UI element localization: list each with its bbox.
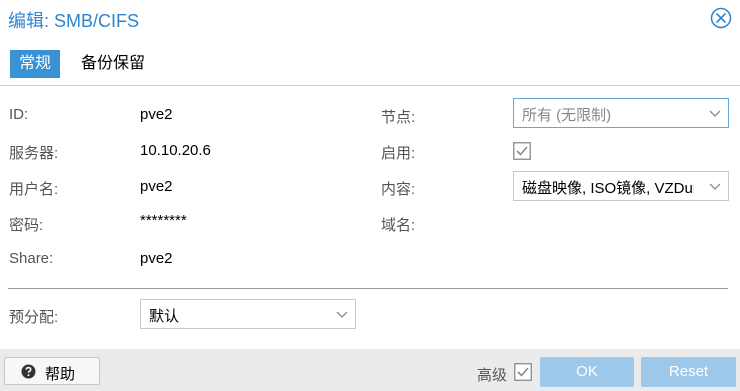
checkbox-checked-icon bbox=[513, 142, 531, 160]
server-label: 服务器: bbox=[9, 145, 59, 162]
close-button[interactable] bbox=[710, 7, 732, 29]
content-select-value: 磁盘映像, ISO镜像, VZDump备份文件 bbox=[522, 180, 694, 197]
chevron-down-icon bbox=[709, 110, 721, 117]
reset-button[interactable]: Reset bbox=[641, 357, 736, 387]
chevron-down-icon bbox=[336, 311, 348, 318]
nodes-label: 节点: bbox=[381, 109, 416, 126]
nodes-select-value: 所有 (无限制) bbox=[522, 107, 612, 124]
share-label: Share: bbox=[9, 250, 54, 267]
advanced-label: 高级 bbox=[477, 367, 508, 384]
preallocation-label: 预分配: bbox=[9, 309, 59, 326]
content-label: 内容: bbox=[381, 181, 416, 198]
close-icon bbox=[710, 7, 732, 29]
question-circle-icon bbox=[21, 364, 36, 379]
window-header: 编辑: SMB/CIFS bbox=[0, 0, 740, 37]
server-value: 10.10.20.6 bbox=[140, 142, 211, 159]
id-value: pve2 bbox=[140, 106, 173, 123]
checkbox-checked-icon bbox=[514, 363, 532, 381]
enable-label: 启用: bbox=[381, 145, 416, 162]
password-label: 密码: bbox=[9, 217, 44, 234]
username-label: 用户名: bbox=[9, 181, 59, 198]
enable-checkbox[interactable] bbox=[513, 142, 531, 160]
preallocation-select-value: 默认 bbox=[149, 308, 180, 325]
ok-button[interactable]: OK bbox=[540, 357, 634, 387]
help-button[interactable]: 帮助 bbox=[4, 357, 100, 385]
tab-backup-retention[interactable]: 备份保留 bbox=[72, 50, 154, 78]
content-select[interactable]: 磁盘映像, ISO镜像, VZDump备份文件 bbox=[513, 171, 729, 201]
tab-bar: 常规 备份保留 bbox=[0, 44, 740, 86]
help-button-label: 帮助 bbox=[45, 366, 76, 383]
nodes-select[interactable]: 所有 (无限制) bbox=[513, 98, 729, 128]
preallocation-select[interactable]: 默认 bbox=[140, 299, 356, 329]
window-title: 编辑: SMB/CIFS bbox=[8, 11, 140, 31]
chevron-down-icon bbox=[709, 183, 721, 190]
share-value: pve2 bbox=[140, 250, 173, 267]
dialog-footer: 帮助 高级 OK Reset bbox=[0, 349, 740, 391]
advanced-checkbox[interactable] bbox=[514, 363, 532, 381]
password-value: ******** bbox=[140, 212, 187, 229]
advanced-separator bbox=[8, 288, 728, 289]
domain-label: 域名: bbox=[381, 217, 416, 234]
tab-general[interactable]: 常规 bbox=[10, 50, 61, 78]
id-label: ID: bbox=[9, 106, 29, 123]
username-value: pve2 bbox=[140, 178, 173, 195]
